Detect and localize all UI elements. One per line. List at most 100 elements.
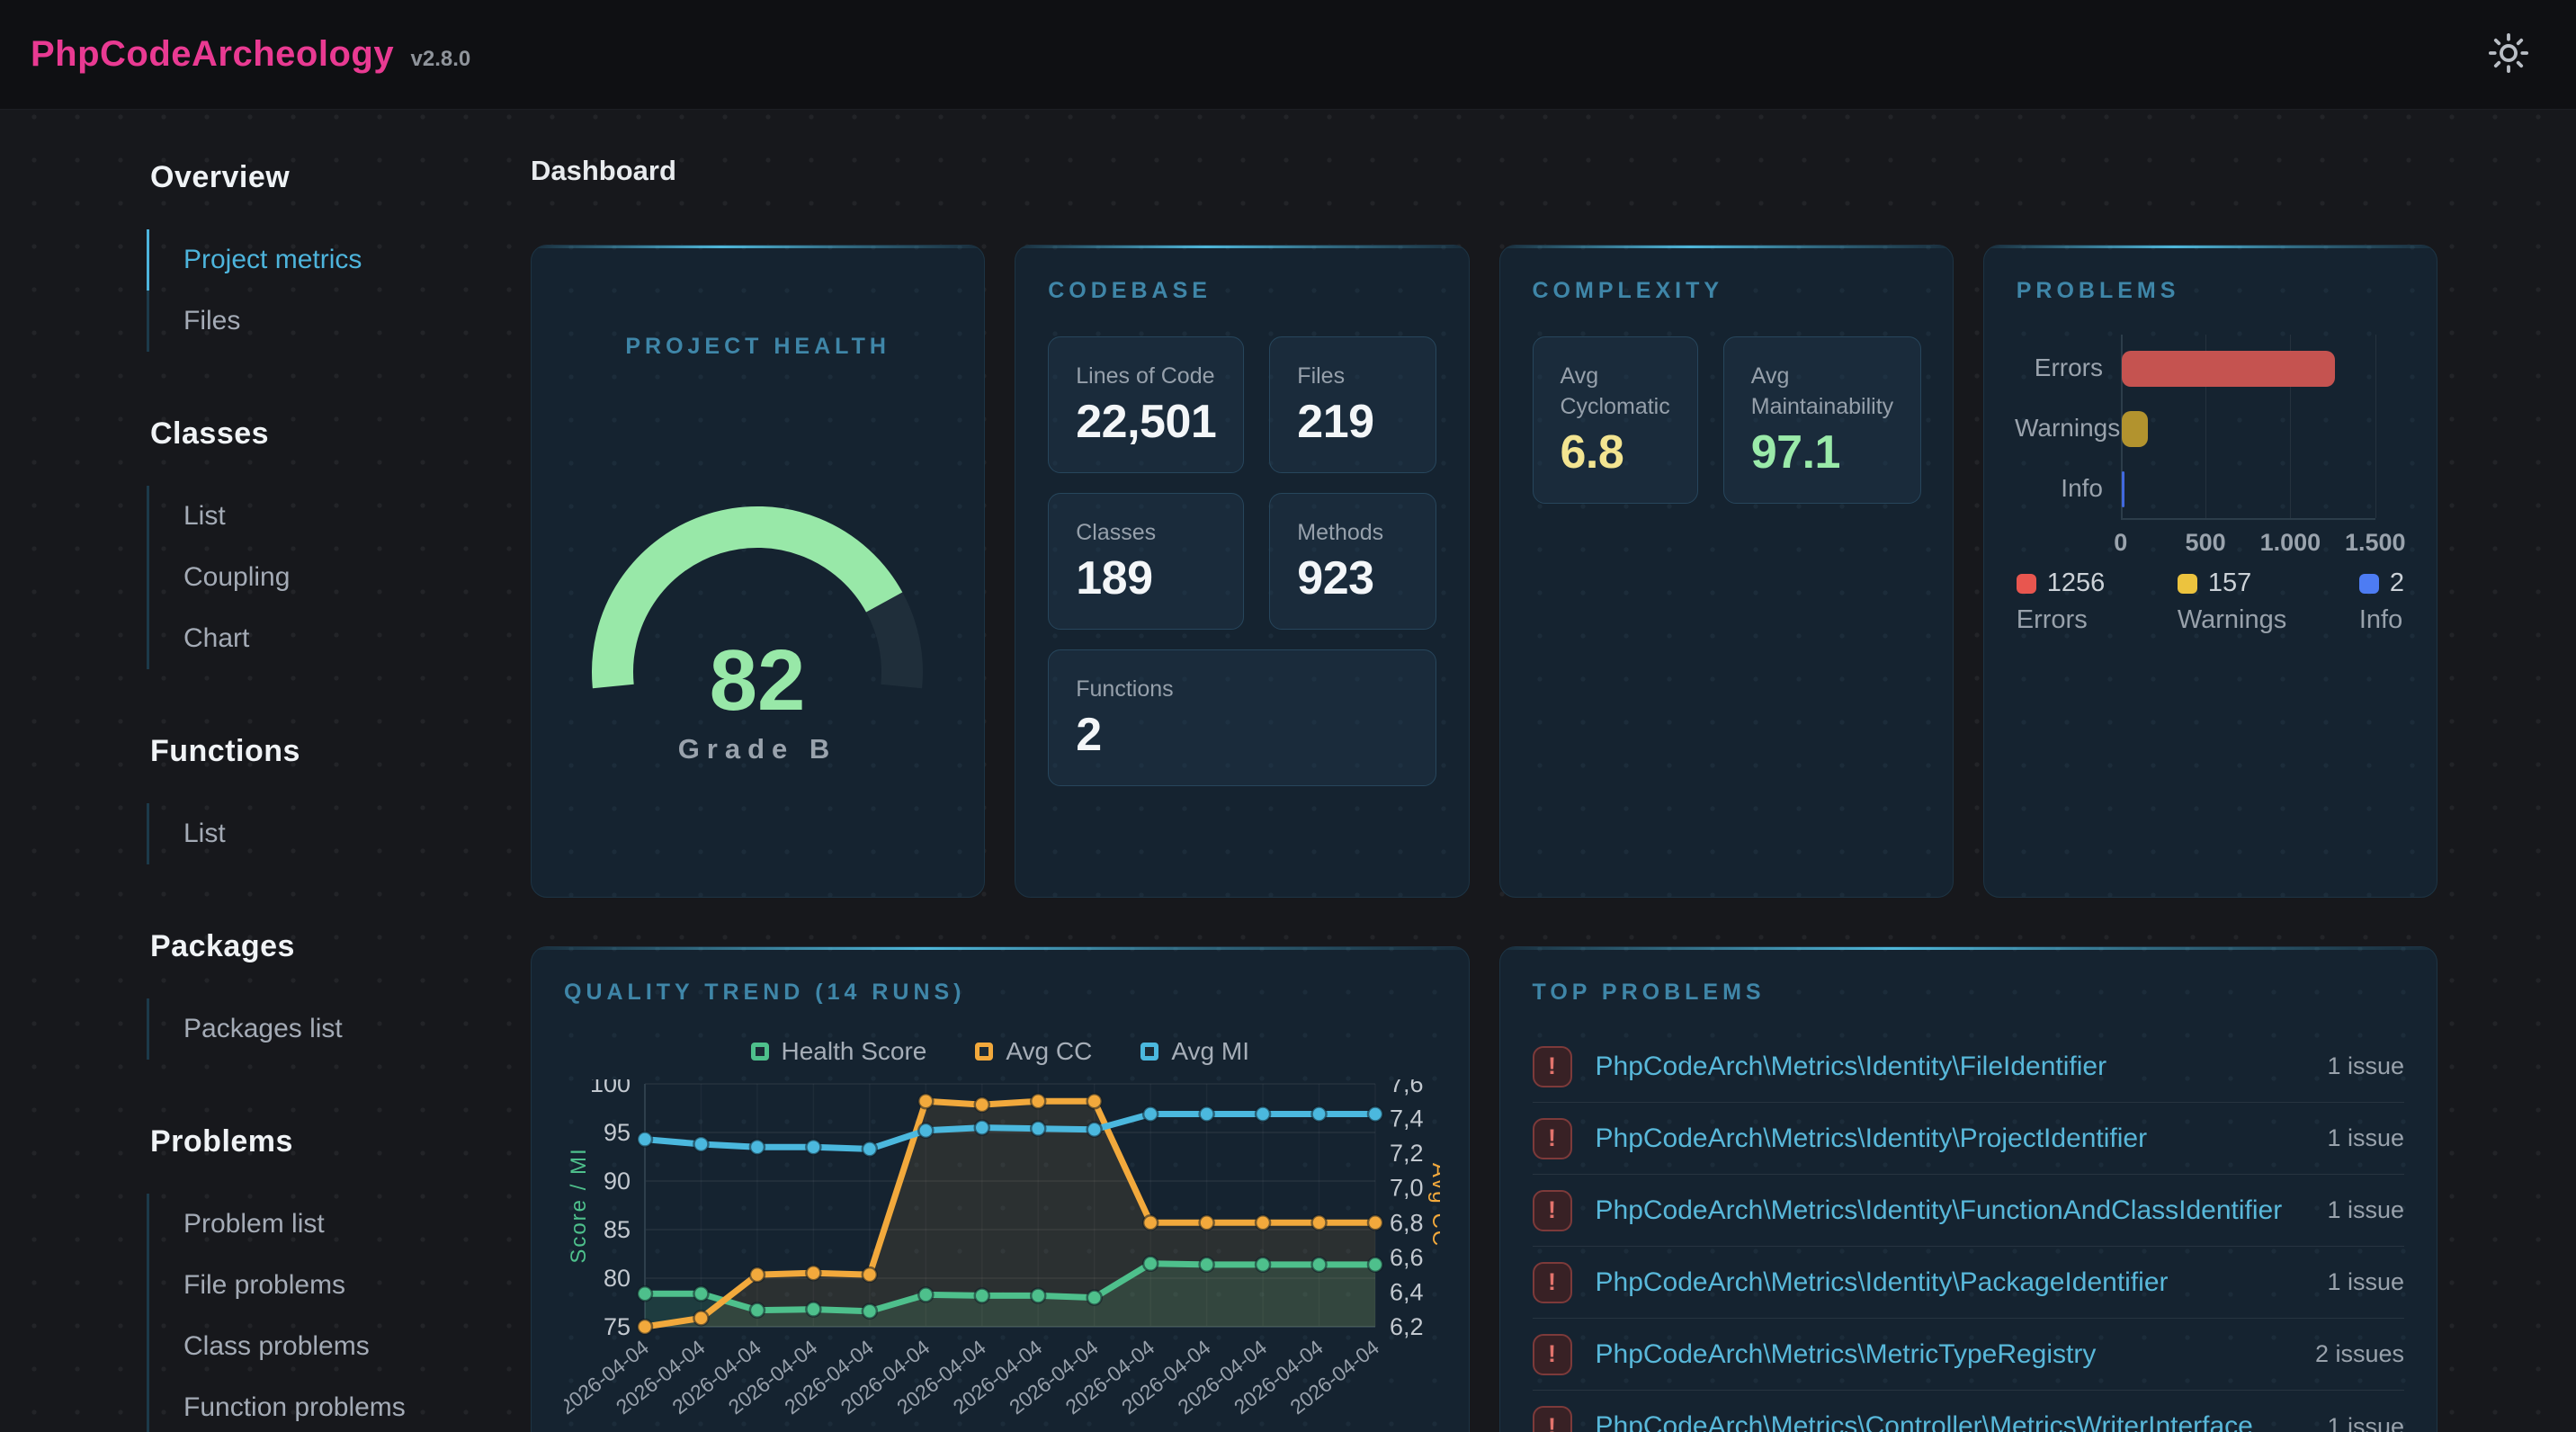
- problems-bar-chart: 05001.0001.500ErrorsWarningsInfo: [2017, 335, 2404, 550]
- trend-marker: [693, 1286, 708, 1301]
- problem-link[interactable]: PhpCodeArch\Metrics\Identity\FileIdentif…: [1596, 1052, 2328, 1082]
- stat-label: Lines of Code: [1076, 361, 1216, 391]
- legend-swatch: [2359, 574, 2379, 594]
- sidebar-item-label[interactable]: Coupling: [183, 562, 290, 592]
- problem-link[interactable]: PhpCodeArch\Metrics\Identity\FunctionAnd…: [1596, 1195, 2328, 1226]
- sidebar-section-label: Overview: [150, 160, 488, 195]
- problem-link[interactable]: PhpCodeArch\Metrics\Identity\ProjectIden…: [1596, 1123, 2328, 1154]
- sidebar-item-file-problems[interactable]: File problems: [183, 1255, 488, 1316]
- trend-marker: [863, 1267, 877, 1282]
- sidebar-item-class-problems[interactable]: Class problems: [183, 1316, 488, 1377]
- sun-icon: [2488, 32, 2529, 74]
- sidebar-item-label[interactable]: List: [183, 819, 226, 848]
- trend-marker: [1200, 1106, 1214, 1121]
- health-grade-label: Grade B: [678, 733, 837, 765]
- sidebar-item-problem-list[interactable]: Problem list: [183, 1194, 488, 1255]
- sidebar-item-files[interactable]: Files: [183, 291, 488, 352]
- trend-marker: [1143, 1106, 1158, 1121]
- trend-marker: [1031, 1288, 1045, 1302]
- trend-marker: [863, 1304, 877, 1319]
- trend-marker: [1256, 1257, 1270, 1272]
- problem-row: !PhpCodeArch\Metrics\MetricTypeRegistry2…: [1533, 1319, 2405, 1391]
- sidebar-item-packages-list[interactable]: Packages list: [183, 998, 488, 1060]
- sidebar-item-label[interactable]: Packages list: [183, 1014, 343, 1043]
- stat-tile-avg-maintainability: Avg Maintainability97.1: [1723, 336, 1921, 504]
- trend-left-tick: 75: [604, 1313, 631, 1340]
- trend-legend-swatch: [751, 1043, 769, 1061]
- sidebar-section-list: Packages list: [147, 998, 488, 1060]
- stat-label: Avg Cyclomatic: [1561, 361, 1670, 422]
- codebase-stats: Lines of Code22,501Files219Classes189 Met…: [1048, 336, 1436, 786]
- sidebar-item-chart[interactable]: Chart: [183, 608, 488, 669]
- sidebar-section-label: Classes: [150, 416, 488, 452]
- trend-legend-item-health-score[interactable]: Health Score: [751, 1037, 927, 1066]
- gauge-track-arc: [884, 603, 902, 686]
- problem-link[interactable]: PhpCodeArch\Metrics\MetricTypeRegistry: [1596, 1339, 2315, 1370]
- stat-tile-classes: Classes189: [1048, 493, 1244, 630]
- sidebar-item-label[interactable]: Function problems: [183, 1392, 406, 1422]
- app-logo-group: PhpCodeArcheology v2.8.0: [31, 34, 470, 75]
- problem-row: !PhpCodeArch\Metrics\Controller\MetricsW…: [1533, 1391, 2405, 1432]
- codebase-card: CODEBASE Lines of Code22,501Files219Clas…: [1015, 245, 1469, 898]
- legend-value: 2: [2390, 568, 2404, 598]
- problem-link[interactable]: PhpCodeArch\Metrics\Controller\MetricsWr…: [1596, 1411, 2328, 1432]
- stat-label: Methods: [1297, 517, 1408, 548]
- sidebar-item-label[interactable]: Class problems: [183, 1331, 370, 1361]
- sidebar-item-list[interactable]: List: [183, 803, 488, 864]
- trend-marker: [1200, 1215, 1214, 1230]
- sidebar-item-label[interactable]: Chart: [183, 623, 249, 653]
- trend-marker: [1143, 1215, 1158, 1230]
- trend-legend-label: Avg CC: [1006, 1037, 1092, 1066]
- legend-item-warnings[interactable]: 157Warnings: [2178, 568, 2286, 635]
- trend-marker: [1087, 1123, 1102, 1137]
- problems-legend: 1256Errors 157Warnings 2Info: [2017, 568, 2404, 635]
- sidebar-item-label[interactable]: Project metrics: [183, 245, 362, 274]
- trend-legend-swatch: [975, 1043, 993, 1061]
- sidebar-section-label: Packages: [150, 929, 488, 964]
- trend-legend-item-avg-cc[interactable]: Avg CC: [975, 1037, 1092, 1066]
- trend-right-tick: 7,0: [1390, 1175, 1424, 1202]
- trend-legend-swatch: [1140, 1043, 1158, 1061]
- trend-left-tick: 90: [604, 1168, 631, 1195]
- theme-toggle-button[interactable]: [2488, 32, 2529, 76]
- trend-marker: [638, 1132, 652, 1147]
- legend-item-info[interactable]: 2Info: [2359, 568, 2404, 635]
- stat-tile-lines-of-code: Lines of Code22,501: [1048, 336, 1244, 473]
- health-gauge: 82 Grade B: [563, 487, 953, 783]
- stat-value: 189: [1076, 551, 1216, 605]
- sidebar-item-function-problems[interactable]: Function problems: [183, 1377, 488, 1432]
- trend-marker: [1087, 1094, 1102, 1108]
- trend-marker: [750, 1303, 765, 1318]
- sidebar-item-label[interactable]: List: [183, 501, 226, 531]
- sidebar-item-list[interactable]: List: [183, 486, 488, 547]
- trend-marker: [750, 1140, 765, 1154]
- sidebar-item-coupling[interactable]: Coupling: [183, 547, 488, 608]
- trend-marker: [1087, 1291, 1102, 1305]
- trend-marker: [918, 1123, 933, 1138]
- legend-item-errors[interactable]: 1256Errors: [2017, 568, 2106, 635]
- stat-tile-files: Files219: [1269, 336, 1436, 473]
- trend-left-tick: 100: [590, 1079, 631, 1097]
- problem-link[interactable]: PhpCodeArch\Metrics\Identity\PackageIden…: [1596, 1267, 2328, 1298]
- bar-category-label: Errors: [2015, 354, 2103, 382]
- stat-label: Avg Maintainability: [1751, 361, 1893, 422]
- sidebar-section-list: List: [147, 803, 488, 864]
- problem-row: !PhpCodeArch\Metrics\Identity\ProjectIde…: [1533, 1103, 2405, 1175]
- sidebar-item-label[interactable]: Problem list: [183, 1209, 325, 1239]
- sidebar-section-label: Problems: [150, 1124, 488, 1159]
- trend-marker: [1312, 1215, 1327, 1230]
- sidebar-item-project-metrics[interactable]: Project metrics: [183, 229, 488, 291]
- trend-marker: [1031, 1094, 1045, 1108]
- trend-marker: [975, 1121, 989, 1135]
- trend-marker: [863, 1141, 877, 1156]
- trend-legend-item-avg-mi[interactable]: Avg MI: [1140, 1037, 1249, 1066]
- sidebar: Overview Project metrics Files Classes List C…: [147, 160, 488, 1432]
- health-score-value: 82: [710, 632, 806, 729]
- warning-badge-icon: !: [1533, 1262, 1572, 1303]
- complexity-stats: Avg Cyclomatic6.8Avg Maintainability97.1: [1533, 336, 1920, 504]
- bar-errors: [2122, 351, 2335, 387]
- sidebar-item-label[interactable]: Files: [183, 306, 240, 336]
- codebase-title: CODEBASE: [1048, 278, 1436, 304]
- trend-marker: [750, 1267, 765, 1282]
- sidebar-item-label[interactable]: File problems: [183, 1270, 345, 1300]
